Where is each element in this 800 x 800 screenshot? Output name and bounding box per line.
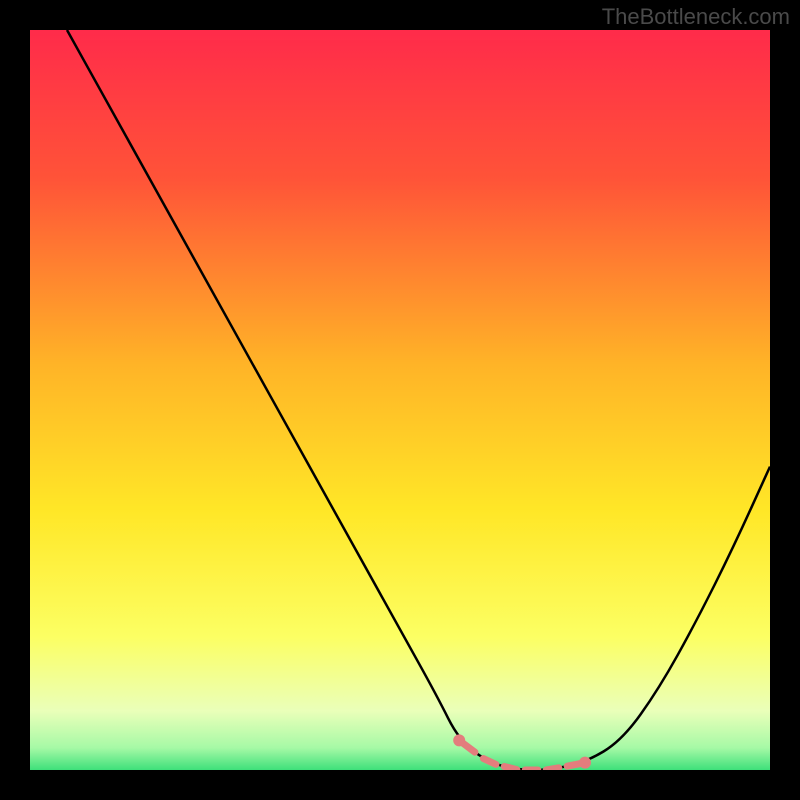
chart-frame: [30, 30, 770, 770]
watermark-text: TheBottleneck.com: [602, 4, 790, 30]
bottleneck-curve: [67, 30, 770, 770]
curve-layer: [30, 30, 770, 770]
flat-region-markers: [453, 734, 591, 770]
